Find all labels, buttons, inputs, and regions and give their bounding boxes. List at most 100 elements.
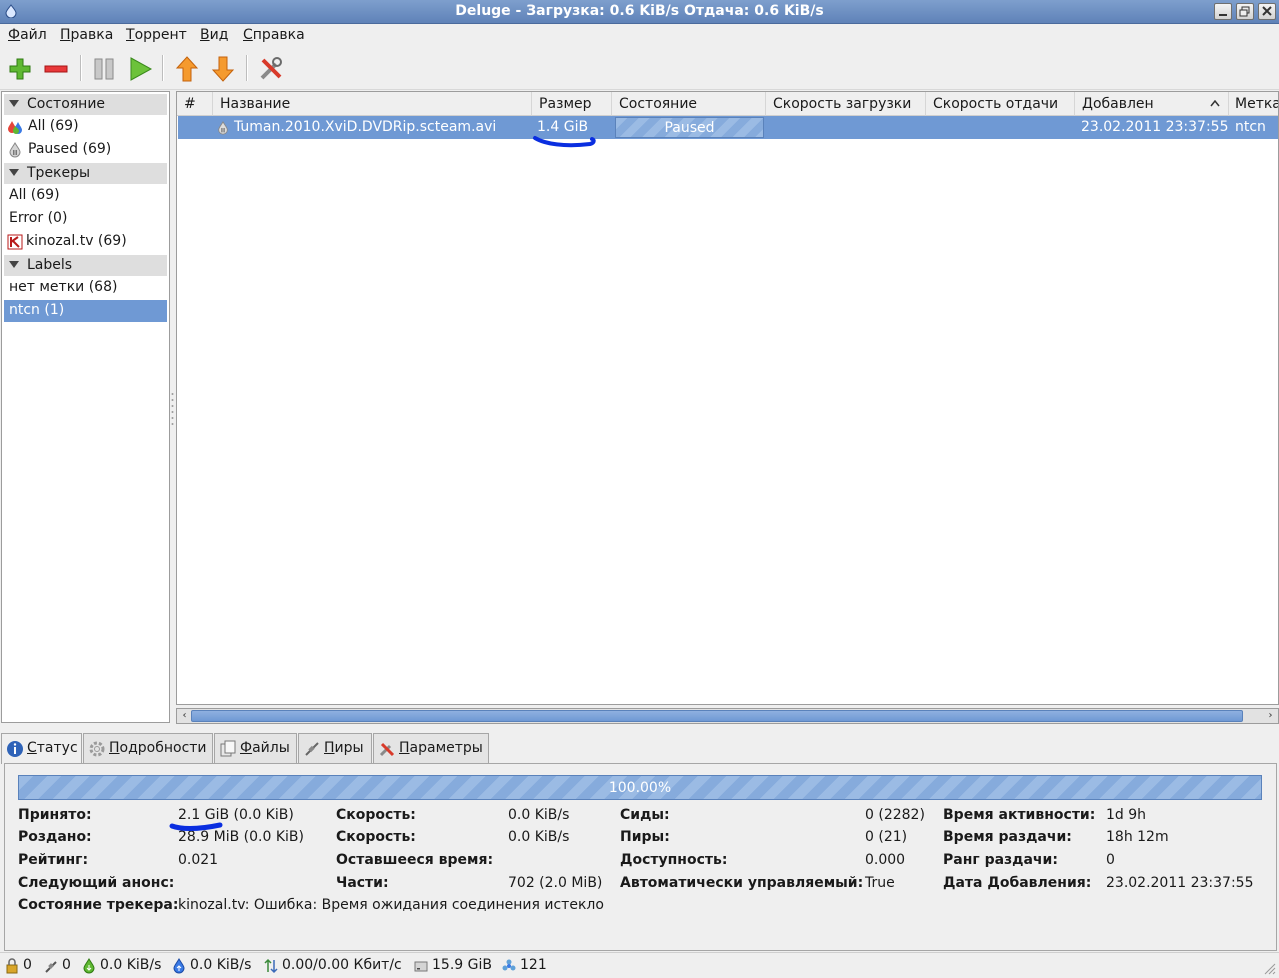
- label-filter-none[interactable]: нет метки (68): [4, 277, 167, 299]
- active-time-value: 1d 9h: [1106, 807, 1147, 823]
- toolbar-separator: [162, 55, 164, 81]
- menu-view[interactable]: Вид: [200, 27, 228, 43]
- expander-arrow-icon: [9, 261, 19, 268]
- column-header-label[interactable]: Метка: [1229, 92, 1278, 116]
- column-header-up-speed[interactable]: Скорость отдачи: [926, 92, 1075, 116]
- download-icon: [83, 958, 95, 974]
- torrent-state-progress: Paused: [615, 117, 764, 138]
- seeding-time-value: 18h 12m: [1106, 829, 1169, 845]
- label-filter-header[interactable]: Labels: [4, 255, 167, 276]
- dht-indicator[interactable]: 0: [44, 956, 74, 976]
- free-space-indicator[interactable]: 15.9 GiB: [414, 956, 499, 976]
- kinozal-favicon-icon: [7, 234, 23, 250]
- state-filter-paused[interactable]: Paused (69): [4, 139, 167, 161]
- menu-torrent[interactable]: Торрент: [126, 27, 187, 43]
- torrent-added: 23.02.2011 23:37:55: [1081, 119, 1229, 135]
- options-icon: [379, 742, 395, 757]
- expander-arrow-icon: [9, 169, 19, 176]
- add-torrent-button[interactable]: [5, 54, 35, 84]
- scroll-left-icon[interactable]: ‹: [178, 710, 191, 722]
- window-title: Deluge - Загрузка: 0.6 KiB/s Отдача: 0.6…: [455, 3, 824, 19]
- date-added-label: Дата Добавления:: [943, 875, 1092, 891]
- torrent-list: # Название Размер Состояние Скорость заг…: [176, 91, 1279, 705]
- auto-managed-value: True: [865, 875, 895, 891]
- toolbar-separator: [246, 55, 248, 81]
- download-speed-value: 0.0 KiB/s: [508, 807, 570, 823]
- download-speed-label: Скорость:: [336, 807, 416, 823]
- column-header-state[interactable]: Состояние: [612, 92, 766, 116]
- upload-speed-indicator[interactable]: 0.0 KiB/s: [172, 956, 257, 976]
- torrent-progress-bar: 100.00%: [18, 775, 1262, 800]
- torrent-size: 1.4 GiB: [537, 119, 589, 135]
- tracker-filter-kinozal[interactable]: kinozal.tv (69): [4, 231, 167, 253]
- availability-label: Доступность:: [620, 852, 728, 868]
- label-filter-ntcn[interactable]: ntcn (1): [4, 300, 167, 322]
- resume-button[interactable]: [125, 54, 155, 84]
- all-states-icon: [8, 121, 22, 134]
- status-details-panel: 100.00% Принято: 2.1 GiB (0.0 KiB) Розда…: [4, 763, 1277, 951]
- close-button[interactable]: [1258, 3, 1276, 20]
- queue-up-button[interactable]: [172, 54, 202, 84]
- upload-icon: [173, 958, 185, 974]
- expander-arrow-icon: [9, 100, 19, 107]
- protocol-traffic-indicator[interactable]: 0.00/0.00 Кбит/с: [264, 956, 409, 976]
- state-filter-all[interactable]: All (69): [4, 116, 167, 138]
- tracker-status-label: Состояние трекера:: [18, 897, 179, 913]
- connections-indicator[interactable]: 0: [5, 956, 35, 976]
- eta-label: Оставшееся время:: [336, 852, 494, 868]
- state-filter-header[interactable]: Состояние: [4, 94, 167, 115]
- sidebar-splitter-handle[interactable]: [170, 390, 175, 430]
- tab-details[interactable]: Подробности: [83, 733, 213, 763]
- tab-options[interactable]: Параметры: [373, 733, 489, 763]
- availability-value: 0.000: [865, 852, 906, 868]
- menu-file[interactable]: Файл: [8, 27, 47, 43]
- maximize-button[interactable]: [1236, 3, 1254, 20]
- peers-value: 0 (21): [865, 829, 908, 845]
- queue-down-button[interactable]: [208, 54, 238, 84]
- menu-help[interactable]: Справка: [243, 27, 305, 43]
- column-header-name[interactable]: Название: [213, 92, 532, 116]
- dht-nodes-icon: [502, 959, 516, 971]
- paused-state-icon: [9, 142, 21, 158]
- close-icon: [1262, 6, 1272, 16]
- tracker-filter-header[interactable]: Трекеры: [4, 163, 167, 184]
- info-icon: [7, 741, 23, 757]
- upload-speed-label: Скорость:: [336, 829, 416, 845]
- tab-status[interactable]: Статус: [1, 733, 82, 764]
- seed-rank-label: Ранг раздачи:: [943, 852, 1058, 868]
- preferences-button[interactable]: [256, 54, 286, 84]
- scroll-right-icon[interactable]: ›: [1264, 710, 1277, 722]
- remove-torrent-button[interactable]: [41, 54, 71, 84]
- tracker-status-value: kinozal.tv: Ошибка: Время ожидания соеди…: [178, 897, 604, 913]
- uploaded-label: Роздано:: [18, 829, 92, 845]
- column-header-queue[interactable]: #: [177, 92, 213, 116]
- toolbar: [0, 47, 1279, 90]
- toolbar-separator: [80, 55, 82, 81]
- status-bar: 0 0 0.0 KiB/s 0.0 KiB/s 0.00/0.00 Кбит/с…: [0, 952, 1279, 978]
- files-icon: [220, 740, 236, 757]
- column-header-size[interactable]: Размер: [532, 92, 612, 116]
- list-horizontal-scrollbar[interactable]: ‹ ›: [176, 708, 1279, 724]
- pause-icon: [94, 58, 114, 80]
- download-speed-indicator[interactable]: 0.0 KiB/s: [82, 956, 167, 976]
- column-header-down-speed[interactable]: Скорость загрузки: [766, 92, 926, 116]
- dht-nodes-indicator[interactable]: 121: [502, 956, 562, 976]
- menu-edit[interactable]: Правка: [60, 27, 113, 43]
- connections-icon: [6, 958, 18, 974]
- remove-icon: [44, 65, 68, 73]
- details-gear-icon: [89, 741, 105, 757]
- pause-button[interactable]: [89, 54, 119, 84]
- tab-peers[interactable]: Пиры: [298, 733, 372, 763]
- queue-down-icon: [211, 56, 235, 82]
- tracker-filter-error[interactable]: Error (0): [4, 208, 167, 230]
- next-announce-label: Следующий анонс:: [18, 875, 175, 891]
- minimize-button[interactable]: [1214, 3, 1232, 20]
- queue-up-icon: [175, 56, 199, 82]
- paused-state-icon: [218, 121, 228, 135]
- tab-files[interactable]: Файлы: [214, 733, 297, 763]
- tracker-filter-all[interactable]: All (69): [4, 185, 167, 207]
- resize-grip-icon[interactable]: [1262, 961, 1276, 975]
- torrent-row[interactable]: Tuman.2010.XviD.DVDRip.scteam.avi 1.4 Gi…: [178, 116, 1278, 139]
- column-header-added[interactable]: Добавлен: [1075, 92, 1229, 116]
- scrollbar-thumb[interactable]: [191, 710, 1243, 722]
